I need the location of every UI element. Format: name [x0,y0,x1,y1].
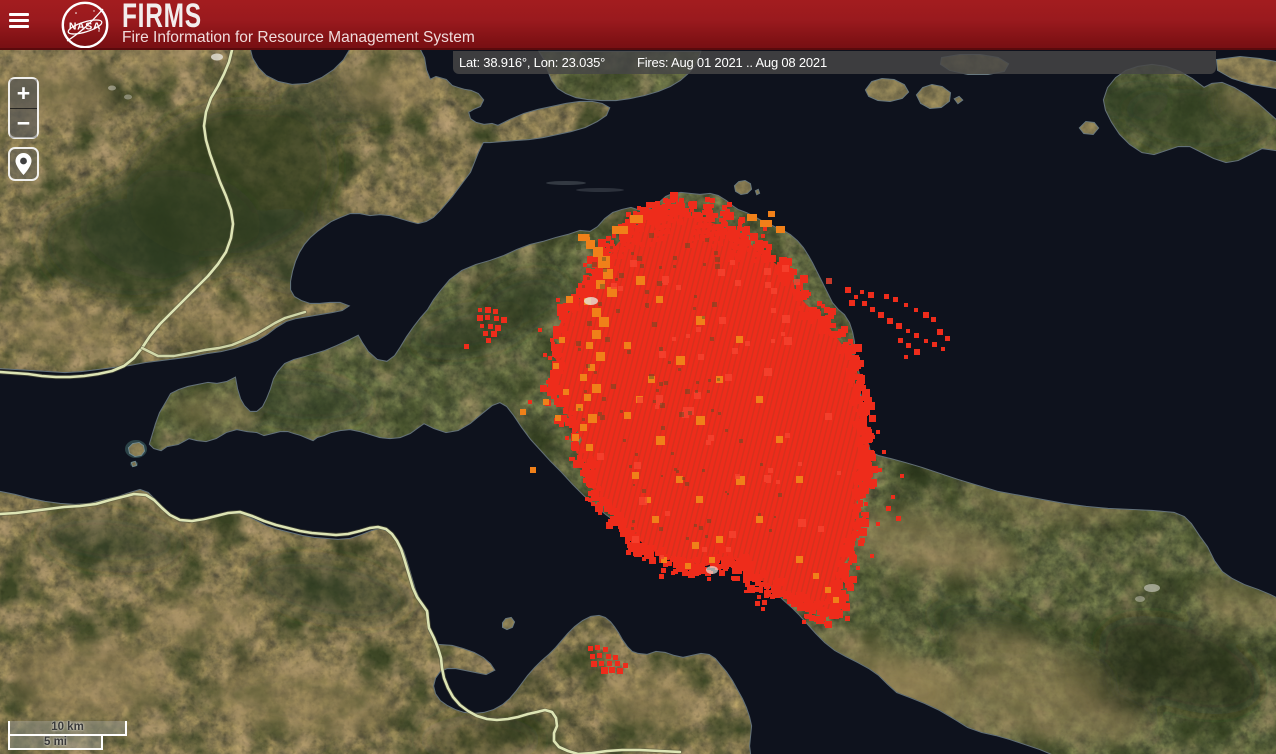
svg-text:NASA: NASA [69,21,101,33]
